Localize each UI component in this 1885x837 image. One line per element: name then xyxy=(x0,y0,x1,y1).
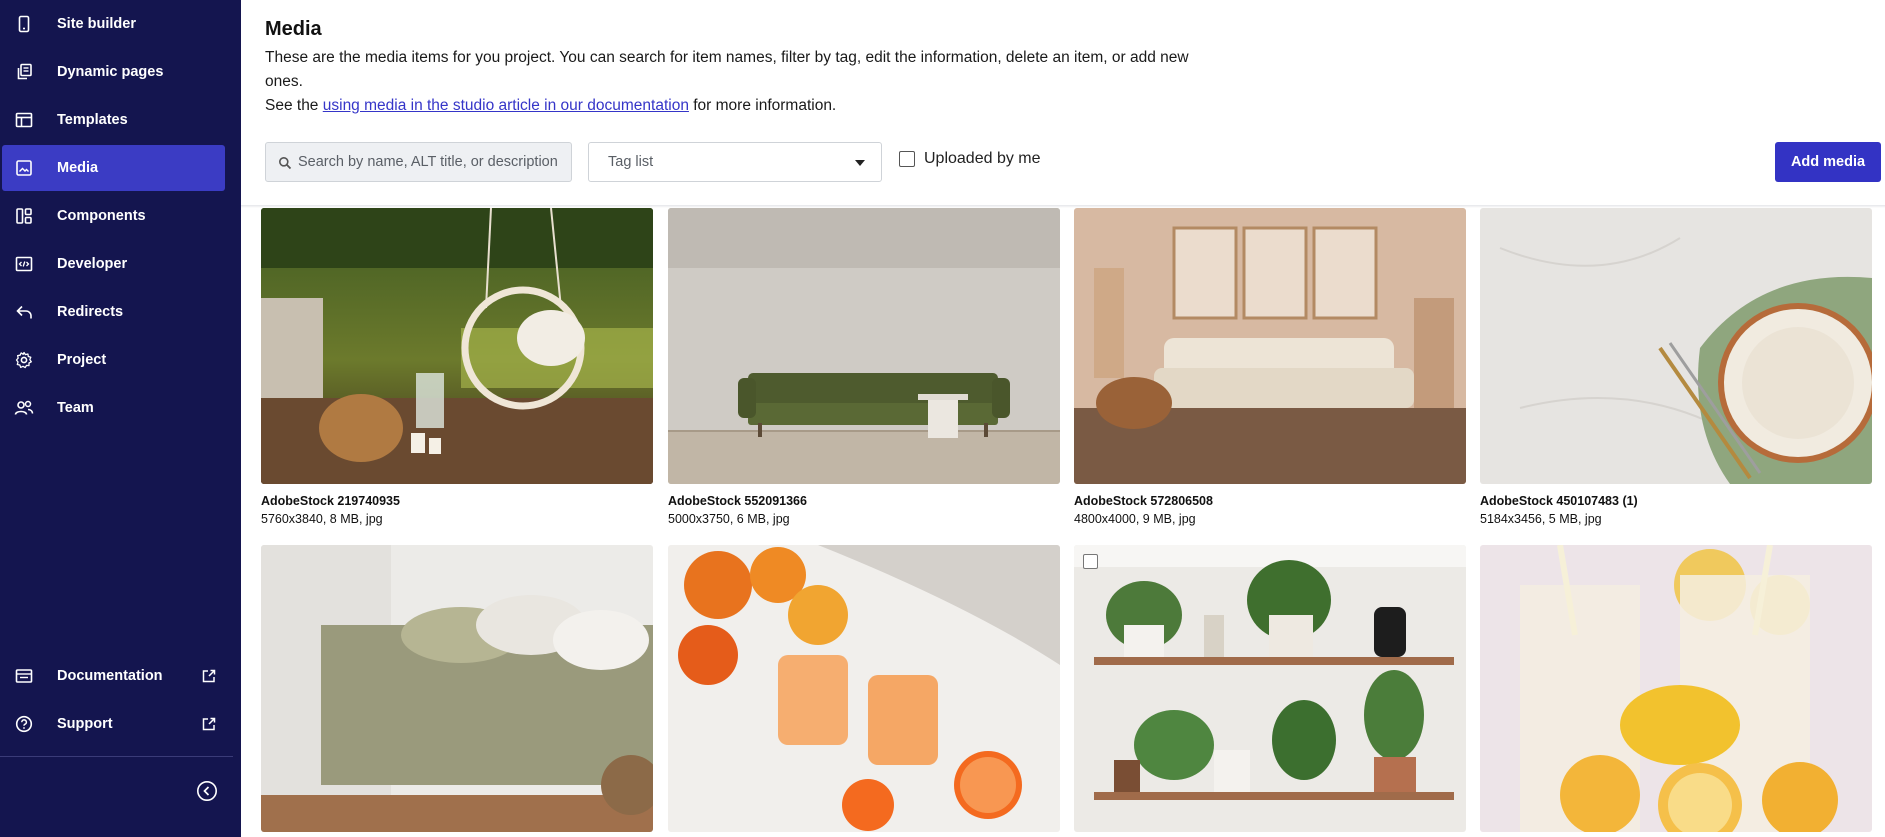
help-circle-icon xyxy=(14,714,34,734)
main-content: Media These are the media items for you … xyxy=(241,0,1885,837)
sidebar-item-support[interactable]: Support xyxy=(2,701,225,747)
components-grid-icon xyxy=(14,206,34,226)
gear-icon xyxy=(14,350,34,370)
sidebar-item-label: Developer xyxy=(57,256,128,272)
sidebar-item-project[interactable]: Project xyxy=(2,337,225,383)
media-meta: 5760x3840, 8 MB, jpg xyxy=(261,512,383,526)
sidebar-item-site-builder[interactable]: Site builder xyxy=(2,1,225,47)
intro-description: These are the media items for you projec… xyxy=(265,49,1189,90)
image-icon xyxy=(14,158,34,178)
media-name: AdobeStock 572806508 xyxy=(1074,494,1213,508)
page-title: Media xyxy=(265,18,322,40)
media-thumbnail[interactable] xyxy=(1074,208,1466,484)
book-icon xyxy=(14,666,34,686)
media-meta: 5184x3456, 5 MB, jpg xyxy=(1480,512,1602,526)
sidebar-item-label: Redirects xyxy=(57,304,124,320)
sidebar-item-label: Components xyxy=(57,208,146,224)
redirect-arrow-icon xyxy=(14,302,34,322)
intro-text: These are the media items for you projec… xyxy=(265,46,1225,118)
sidebar-item-media[interactable]: Media xyxy=(2,145,225,191)
sidebar-item-label: Templates xyxy=(57,112,128,128)
sidebar-item-redirects[interactable]: Redirects xyxy=(2,289,225,335)
search-icon xyxy=(278,156,292,170)
orange-drinks-image xyxy=(668,545,1060,832)
external-link-icon xyxy=(201,716,217,732)
users-icon xyxy=(14,398,34,418)
media-meta: 5000x3750, 6 MB, jpg xyxy=(668,512,790,526)
sidebar-item-label: Dynamic pages xyxy=(57,64,164,80)
media-thumbnail[interactable] xyxy=(261,545,653,832)
uploaded-by-me-toggle[interactable]: Uploaded by me xyxy=(899,150,1041,168)
external-link-icon xyxy=(201,668,217,684)
plate-on-marble-image xyxy=(1480,208,1872,484)
sidebar-item-documentation[interactable]: Documentation xyxy=(2,653,225,699)
sidebar-item-templates[interactable]: Templates xyxy=(2,97,225,143)
plant-shelves-image xyxy=(1074,545,1466,832)
media-name: AdobeStock 219740935 xyxy=(261,494,400,508)
collapse-sidebar-button[interactable] xyxy=(196,780,218,802)
intro-see-line: See the using media in the studio articl… xyxy=(265,97,837,114)
tag-select-value: Tag list xyxy=(608,154,654,170)
media-name: AdobeStock 552091366 xyxy=(668,494,807,508)
uploaded-by-me-checkbox[interactable] xyxy=(899,151,915,167)
mobile-icon xyxy=(14,14,34,34)
template-layout-icon xyxy=(14,110,34,130)
hanging-chair-garden-image xyxy=(261,208,653,484)
tag-list-select[interactable]: Tag list xyxy=(588,142,882,182)
uploaded-by-me-label: Uploaded by me xyxy=(924,150,1041,167)
sidebar-item-label: Documentation xyxy=(57,668,163,684)
add-media-button[interactable]: Add media xyxy=(1775,142,1881,182)
media-meta: 4800x4000, 9 MB, jpg xyxy=(1074,512,1196,526)
sidebar-divider xyxy=(0,756,233,757)
green-sofa-image xyxy=(668,208,1060,484)
sidebar-item-components[interactable]: Components xyxy=(2,193,225,239)
documentation-link[interactable]: using media in the studio article in our… xyxy=(323,97,689,114)
sidebar: Site builder Dynamic pages Templates Med… xyxy=(0,0,241,837)
sidebar-item-label: Project xyxy=(57,352,107,368)
media-thumbnail[interactable] xyxy=(668,208,1060,484)
caret-down-icon xyxy=(855,160,865,166)
sidebar-item-label: Support xyxy=(57,716,113,732)
media-thumbnail[interactable] xyxy=(261,208,653,484)
media-thumbnail[interactable] xyxy=(668,545,1060,832)
sidebar-item-label: Media xyxy=(57,160,99,176)
chevron-left-circle-icon xyxy=(196,781,218,806)
search-field xyxy=(265,142,572,182)
sidebar-item-label: Team xyxy=(57,400,94,416)
media-thumbnail[interactable] xyxy=(1074,545,1466,832)
search-input[interactable] xyxy=(298,143,568,181)
pages-stack-icon xyxy=(14,62,34,82)
sidebar-item-dynamic-pages[interactable]: Dynamic pages xyxy=(2,49,225,95)
sidebar-item-team[interactable]: Team xyxy=(2,385,225,431)
media-thumbnail[interactable] xyxy=(1480,208,1872,484)
green-bedding-image xyxy=(261,545,653,832)
lemonade-image xyxy=(1480,545,1872,832)
sidebar-item-label: Site builder xyxy=(57,16,136,32)
select-checkbox[interactable] xyxy=(1083,554,1098,569)
media-thumbnail[interactable] xyxy=(1480,545,1872,832)
media-name: AdobeStock 450107483 (1) xyxy=(1480,494,1638,508)
sidebar-item-developer[interactable]: Developer xyxy=(2,241,225,287)
code-icon xyxy=(14,254,34,274)
beige-living-room-image xyxy=(1074,208,1466,484)
